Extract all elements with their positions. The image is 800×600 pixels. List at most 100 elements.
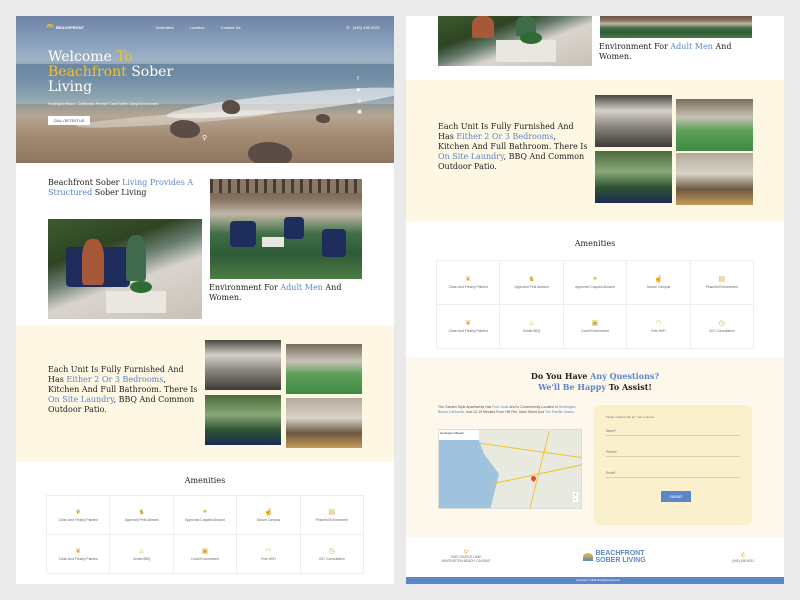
amenity-item: ◠ Free WiFi bbox=[627, 305, 691, 349]
units-section: Each Unit Is Fully Furnished And Has Eit… bbox=[16, 325, 394, 462]
map-zoom-control[interactable]: + − bbox=[573, 492, 578, 502]
amenity-item: ⚭ Approved Couples Allowed bbox=[563, 261, 628, 305]
grill-icon: ♨ bbox=[138, 547, 145, 555]
contact-heading: Do You Have Any Questions? We'll Be Happ… bbox=[530, 371, 660, 392]
amenity-item: ♨ Onsite BBQ bbox=[500, 305, 564, 349]
amenity-label: Approved Pets Allowed bbox=[124, 517, 159, 522]
footer: ⚲ 7082 CHURCH LANE HUNTINGTON BEACH, CA 9… bbox=[406, 537, 784, 577]
logo-mark-icon bbox=[46, 24, 54, 30]
instagram-icon[interactable]: ◎ bbox=[357, 98, 362, 104]
hero-rock bbox=[222, 100, 240, 114]
amenity-item: ☝ Secure Campus bbox=[627, 261, 691, 305]
box-icon: ▣ bbox=[591, 320, 599, 327]
intro-heading-tail: Environment For Adult Men And Women. bbox=[599, 42, 732, 61]
hero-rock bbox=[316, 114, 330, 123]
pergola bbox=[210, 179, 362, 193]
phone-field[interactable]: Phone* bbox=[606, 443, 740, 457]
nav-link-contact[interactable]: Contact Us bbox=[221, 25, 241, 30]
amenity-label: Secure Campus bbox=[646, 285, 671, 289]
amenity-label: Covid Environment bbox=[191, 556, 219, 561]
youtube-icon[interactable]: ▶ bbox=[357, 87, 362, 93]
amenity-item: ▤ Peaceful Environment bbox=[690, 261, 754, 305]
book-icon: ▤ bbox=[718, 276, 726, 283]
box-icon: ▣ bbox=[201, 547, 209, 555]
amenity-label: 24/7 Consultation bbox=[318, 556, 345, 561]
logo-text: BEACHFRONT bbox=[56, 24, 84, 30]
nav-link-location[interactable]: Location bbox=[190, 25, 205, 30]
facebook-icon[interactable]: f bbox=[357, 76, 362, 82]
units-text: Each Unit Is Fully Furnished And Has Eit… bbox=[438, 122, 588, 171]
residents-photo bbox=[48, 219, 202, 319]
footer-logo[interactable]: BEACHFRONT SOBER LIVING bbox=[582, 550, 646, 564]
linkedin-icon[interactable]: ▣ bbox=[357, 109, 362, 115]
thumb-icon: ☝ bbox=[264, 508, 273, 516]
lawn-photo bbox=[595, 151, 672, 203]
footer-address[interactable]: ⚲ 7082 CHURCH LANE HUNTINGTON BEACH, CA 9… bbox=[436, 550, 496, 563]
amenity-label: Peaceful Environment bbox=[315, 517, 348, 522]
nav-logo[interactable]: BEACHFRONT bbox=[46, 24, 156, 30]
laurel-icon: ❦ bbox=[465, 276, 472, 283]
kitchen-photo bbox=[595, 95, 672, 147]
nav-phone-number: (949) 438-9031 bbox=[352, 24, 380, 30]
map-road bbox=[479, 442, 581, 459]
contact-form: Fields marked with an * are required Nam… bbox=[594, 405, 752, 525]
couple-icon: ⚭ bbox=[202, 508, 208, 516]
units-text: Each Unit Is Fully Furnished And Has Eit… bbox=[48, 365, 198, 414]
patio-photo bbox=[210, 179, 362, 279]
resident-figure bbox=[82, 239, 104, 285]
amenity-label: Onsite BBQ bbox=[522, 329, 541, 333]
residents-photo bbox=[438, 16, 592, 66]
nav-link-amenities[interactable]: Amenities bbox=[156, 25, 174, 30]
amenity-item: ♨ Onsite BBQ bbox=[110, 535, 174, 574]
thumb-icon: ☝ bbox=[654, 276, 663, 283]
form-required-note: Fields marked with an * are required bbox=[606, 415, 655, 419]
nav-links: Amenities Location Contact Us bbox=[156, 25, 346, 30]
amenity-label: Secure Campus bbox=[256, 517, 281, 522]
dog-icon: ♞ bbox=[138, 508, 145, 516]
amenity-item: ♞ Approved Pets Allowed bbox=[110, 496, 174, 535]
contact-section: Do You Have Any Questions? We'll Be Happ… bbox=[406, 357, 784, 537]
social-links: f ▶ ◎ ▣ bbox=[357, 76, 362, 115]
hero-title: Welcome To Beachfront Sober Living bbox=[48, 49, 174, 95]
laurel-icon: ❦ bbox=[75, 508, 82, 516]
hero-rock bbox=[248, 142, 292, 163]
map-road bbox=[529, 431, 550, 508]
call-or-text-button[interactable]: CALL OR TEXT US bbox=[48, 116, 90, 125]
phone-icon: ✆ bbox=[740, 552, 746, 559]
amenity-label: Clean And Freshly Painted bbox=[58, 517, 98, 522]
footer-phone[interactable]: ✆ (949) 438-9031 bbox=[732, 552, 754, 563]
map-ocean bbox=[439, 430, 499, 508]
amenities-section: Amenities ❦ Clean And Freshly Painted ♞ App… bbox=[406, 221, 784, 357]
amenity-label: Clean And Freshly Painted bbox=[448, 285, 488, 289]
amenity-item: ⚭ Approved Couples Allowed bbox=[173, 496, 238, 535]
intro-continued: Environment For Adult Men And Women. bbox=[406, 16, 784, 80]
page-left: BEACHFRONT Amenities Location Contact Us… bbox=[16, 16, 394, 584]
amenity-label: Onsite BBQ bbox=[132, 556, 151, 561]
email-field[interactable]: Email* bbox=[606, 464, 740, 478]
resident-figure bbox=[126, 235, 146, 281]
hero: BEACHFRONT Amenities Location Contact Us… bbox=[16, 16, 394, 163]
chair bbox=[230, 221, 256, 247]
dog-icon: ♞ bbox=[528, 276, 535, 283]
amenity-item: ♞ Approved Pets Allowed bbox=[500, 261, 564, 305]
name-field[interactable]: Name* bbox=[606, 422, 740, 436]
nav-phone[interactable]: ✆ (949) 438-9031 bbox=[346, 25, 380, 30]
hero-rock bbox=[170, 120, 200, 138]
amenities-grid: ❦ Clean And Freshly Painted ♞ Approved Pets… bbox=[46, 495, 364, 574]
wifi-icon: ◠ bbox=[265, 547, 272, 555]
units-section: Each Unit Is Fully Furnished And Has Eit… bbox=[406, 80, 784, 221]
copyright-bar: Copyright © 2023 All Rights Reserved bbox=[406, 577, 784, 584]
amenity-label: Clean And Freshly Painted bbox=[58, 556, 98, 561]
amenity-item: ❦ Clean And Freshly Painted bbox=[47, 496, 111, 535]
zoom-out-button[interactable]: − bbox=[573, 497, 578, 502]
amenity-item: ◠ Free WiFi bbox=[237, 535, 301, 574]
intro-heading: Beachfront Sober Living Provides A Struc… bbox=[48, 178, 194, 197]
patio-table bbox=[262, 237, 284, 247]
location-map[interactable]: Huntington Beach + − bbox=[438, 429, 582, 509]
submit-button[interactable]: SUBMIT bbox=[661, 491, 691, 502]
amenity-label: Approved Pets Allowed bbox=[514, 285, 549, 289]
amenity-label: Approved Couples Allowed bbox=[575, 285, 615, 289]
amenities-section: Amenities ❦ Clean And Freshly Painted ♞ App… bbox=[16, 462, 394, 584]
amenity-label: Clean And Freshly Painted bbox=[448, 329, 488, 333]
contact-body: The Garden Style Apartments Has Four Uni… bbox=[438, 405, 576, 414]
